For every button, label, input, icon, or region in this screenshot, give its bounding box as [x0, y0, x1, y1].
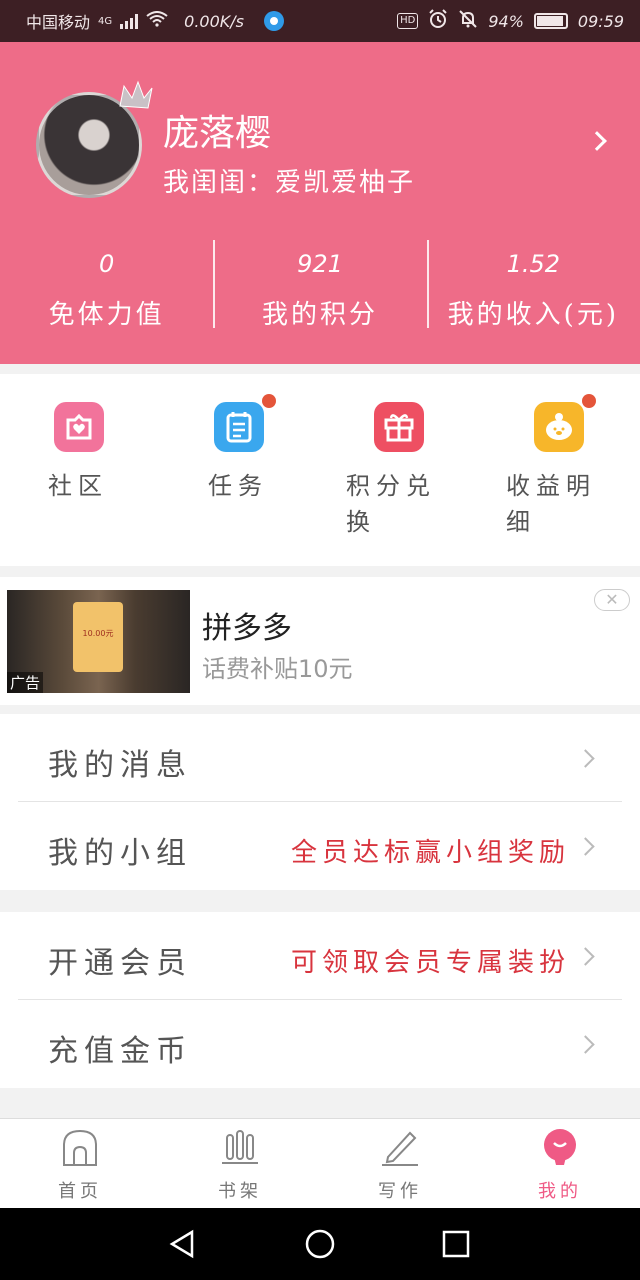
menu-item-label: 我的消息: [48, 748, 192, 783]
profile-subtitle: 我闺闺：爱凯爱柚子: [163, 168, 416, 198]
ad-subtitle: 话费补贴10元: [202, 655, 353, 683]
feature-label: 社区: [48, 472, 108, 500]
stat-label: 免体力值: [48, 300, 165, 330]
network-speed: 0.00K/s: [184, 11, 244, 31]
alarm-icon: [428, 9, 448, 33]
system-nav-bar: [0, 1208, 640, 1280]
menu-item-recharge[interactable]: 充值金币: [18, 1000, 622, 1088]
menu-item-group[interactable]: 我的小组 全员达标赢小组奖励: [18, 802, 622, 890]
battery-icon: [533, 13, 568, 29]
feature-label: 任务: [208, 472, 268, 500]
tab-bookshelf[interactable]: 书架: [160, 1119, 320, 1208]
network-type: 4G: [98, 15, 113, 27]
feature-label: 积分兑换: [346, 472, 436, 536]
home-icon: [63, 1129, 97, 1166]
community-icon: [54, 402, 104, 452]
chevron-right-icon: [576, 837, 595, 856]
signal-icon: [120, 13, 139, 29]
gift-icon: [374, 402, 424, 452]
status-bar: 中国移动 4G 0.00K/s HD 94% 09:59: [0, 0, 640, 42]
tab-label: 我的: [538, 1181, 582, 1202]
menu-item-label: 开通会员: [48, 946, 192, 981]
bottom-tab-bar: 首页 书架 写作 我的: [0, 1118, 640, 1208]
menu-item-messages[interactable]: 我的消息: [18, 714, 622, 802]
ad-card: 10.00元: [73, 602, 123, 672]
notification-badge: [582, 394, 596, 408]
stat-label: 我的收入(元): [447, 300, 619, 330]
piggy-icon: [534, 402, 584, 452]
menu-item-vip[interactable]: 开通会员 可领取会员专属装扮: [18, 912, 622, 1000]
profile-header[interactable]: 庞落樱 我闺闺：爱凯爱柚子 0 免体力值 921 我的积分 1.52 我的收入(…: [0, 42, 640, 364]
chevron-right-icon[interactable]: [587, 131, 607, 151]
bookshelf-icon: [222, 1130, 258, 1164]
stat-value: 0: [99, 250, 115, 278]
ad-title: 拼多多: [202, 611, 292, 646]
tab-label: 书架: [218, 1181, 262, 1202]
menu-item-label: 我的小组: [48, 836, 192, 871]
task-icon: [214, 402, 264, 452]
tab-write[interactable]: 写作: [320, 1119, 480, 1208]
tab-label: 首页: [58, 1181, 102, 1202]
chevron-right-icon: [576, 947, 595, 966]
tab-home[interactable]: 首页: [0, 1119, 160, 1208]
feature-points-exchange[interactable]: 积分兑换: [320, 374, 480, 566]
stat-points[interactable]: 921 我的积分: [213, 240, 426, 336]
app-notification-icon: [263, 11, 284, 31]
ad-image[interactable]: 10.00元 广告: [7, 590, 190, 693]
wifi-icon: [146, 11, 168, 31]
feature-earnings-detail[interactable]: 收益明细: [480, 374, 640, 566]
menu-item-extra: 全员达标赢小组奖励: [290, 838, 570, 868]
stat-value: 921: [297, 250, 343, 278]
tab-profile[interactable]: 我的: [480, 1119, 640, 1208]
clock: 09:59: [577, 11, 624, 31]
carrier-label: 中国移动: [26, 13, 91, 32]
hd-icon: HD: [397, 13, 419, 29]
menu-item-label: 充值金币: [48, 1034, 192, 1069]
stats-row: 0 免体力值 921 我的积分 1.52 我的收入(元): [0, 240, 640, 336]
feature-task[interactable]: 任务: [160, 374, 320, 566]
username: 庞落樱: [163, 113, 272, 154]
battery-percent: 94%: [488, 11, 524, 31]
crown-icon: [119, 80, 153, 109]
menu-item-extra: 可领取会员专属装扮: [290, 948, 570, 978]
notification-badge: [262, 394, 276, 408]
recents-icon[interactable]: [440, 1228, 472, 1260]
feature-community[interactable]: 社区: [0, 374, 160, 566]
chevron-right-icon: [576, 749, 595, 768]
tab-label: 写作: [378, 1181, 422, 1202]
profile-icon: [544, 1129, 576, 1165]
write-icon: [382, 1131, 418, 1166]
back-icon[interactable]: [166, 1228, 198, 1260]
home-button-icon[interactable]: [304, 1228, 336, 1260]
stat-stamina[interactable]: 0 免体力值: [0, 240, 213, 336]
mute-icon: [458, 9, 478, 33]
stat-label: 我的积分: [261, 300, 378, 330]
menu-group-membership: 开通会员 可领取会员专属装扮 充值金币: [0, 912, 640, 1088]
feature-label: 收益明细: [506, 472, 596, 536]
feature-grid: 社区 任务 积分兑换 收益明细: [0, 374, 640, 566]
ad-banner[interactable]: 10.00元 广告 拼多多 话费补贴10元 ✕: [0, 577, 640, 705]
stat-value: 1.52: [506, 250, 561, 278]
chevron-right-icon: [576, 1035, 595, 1054]
ad-tag: 广告: [7, 672, 44, 693]
menu-group-messages: 我的消息 我的小组 全员达标赢小组奖励: [0, 714, 640, 890]
stat-income[interactable]: 1.52 我的收入(元): [426, 240, 640, 336]
avatar-container[interactable]: [36, 80, 153, 198]
close-icon[interactable]: ✕: [594, 589, 630, 611]
